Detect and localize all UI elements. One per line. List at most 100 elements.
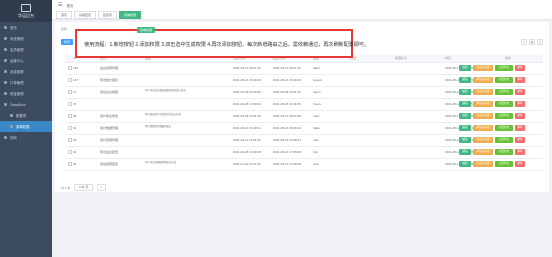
- add-sub-permission-button[interactable]: 添加子权限: [473, 113, 493, 119]
- callout-text: 使用流程：1.新增按钮 2.添加权限 3.双击选中生成权限 4.再次添加按钮，每…: [84, 42, 370, 48]
- pager-size[interactable]: 10条/页: [74, 184, 93, 191]
- edit-button[interactable]: 编辑: [459, 65, 471, 71]
- assign-role-button[interactable]: 分配角色: [495, 113, 513, 119]
- sidebar-item[interactable]: 其他: [0, 132, 52, 143]
- sidebar-item-label: 系统管理: [10, 37, 24, 41]
- search-icon[interactable]: ⚲: [537, 39, 543, 45]
- add-sub-permission-button[interactable]: 添加子权限: [473, 77, 493, 83]
- add-sub-permission-button[interactable]: 添加子权限: [473, 149, 493, 155]
- delete-button[interactable]: 删除: [515, 113, 525, 119]
- assign-role-button[interactable]: 分配角色: [495, 101, 513, 107]
- cell-path: /data: [313, 126, 320, 130]
- column-header: 权限标识: [395, 56, 408, 60]
- row-checkbox[interactable]: [68, 114, 72, 118]
- add-sub-permission-button[interactable]: 添加子权限: [473, 125, 493, 131]
- delete-button[interactable]: 删除: [515, 125, 525, 131]
- sidebar-item[interactable]: 运营中心: [0, 55, 52, 66]
- edit-button[interactable]: 编辑: [459, 101, 471, 107]
- cell-created: 2021-03-18 17:09:04: [233, 102, 261, 106]
- table-row: 71 导出后台权限 用于导出后台路由权限列表的接口信息 2021-03-30 15:1…: [65, 87, 543, 99]
- cell-name: 后台权限管理: [100, 66, 119, 70]
- row-checkbox[interactable]: [68, 78, 72, 82]
- edit-button[interactable]: 编辑: [459, 161, 471, 167]
- sidebar-item-label: 运营中心: [10, 59, 24, 63]
- add-sub-permission-button[interactable]: 添加子权限: [473, 161, 493, 167]
- cell-updated: 2021-05-12 17:05:08: [273, 150, 301, 154]
- edit-button[interactable]: 编辑: [459, 89, 471, 95]
- add-sub-permission-button[interactable]: 添加子权限: [473, 101, 493, 107]
- table-row: 147 导出统计报表 2021-05-21 15:40:26 2021-05-21 1…: [65, 75, 543, 87]
- add-sub-permission-button[interactable]: 添加子权限: [473, 65, 493, 71]
- sidebar-item[interactable]: DeepBook: [0, 99, 52, 110]
- delete-button[interactable]: 删除: [515, 101, 525, 107]
- sidebar-item[interactable]: 订单管理: [0, 77, 52, 88]
- cell-name: 导出后台权限: [100, 90, 119, 94]
- row-checkbox[interactable]: [68, 150, 72, 154]
- edit-button[interactable]: 编辑: [459, 113, 471, 119]
- delete-button[interactable]: 删除: [515, 77, 525, 83]
- sidebar-item[interactable]: 菜单权限: [0, 121, 52, 132]
- filter-label: 名称: [61, 27, 68, 31]
- row-checkbox[interactable]: [68, 90, 72, 94]
- edit-button[interactable]: 编辑: [459, 125, 471, 131]
- pager-page[interactable]: 1: [96, 184, 107, 191]
- sidebar-item[interactable]: 配置项: [0, 110, 52, 121]
- row-checkbox[interactable]: [68, 102, 72, 106]
- table-row: 64 导出权限配置 用于导出权限配置的接口信息 2021-01-20 11:21:02…: [65, 159, 543, 171]
- sidebar-item[interactable]: 会员管理: [0, 44, 52, 55]
- cell-path: /user: [313, 114, 320, 118]
- row-checkbox[interactable]: [68, 138, 72, 142]
- assign-role-button[interactable]: 分配角色: [495, 125, 513, 131]
- cell-created: 2021-03-30 15:16:05: [233, 90, 261, 94]
- cell-created: 2021-05-21 15:40:26: [233, 78, 261, 82]
- edit-button[interactable]: 编辑: [459, 77, 471, 83]
- tab[interactable]: 配置项: [98, 10, 118, 19]
- tab-bar: 首页 系统配置 配置项 菜单权限: [52, 10, 552, 20]
- cell-id: 71: [73, 90, 77, 94]
- menu-toggle-icon[interactable]: ☰: [58, 2, 62, 8]
- add-sub-permission-button[interactable]: 添加子权限: [473, 89, 493, 95]
- assign-role-button[interactable]: 分配角色: [495, 77, 513, 83]
- delete-button[interactable]: 删除: [515, 65, 525, 71]
- sidebar-item[interactable]: 资金管理: [0, 88, 52, 99]
- edit-button[interactable]: 编辑: [459, 137, 471, 143]
- delete-button[interactable]: 删除: [515, 89, 525, 95]
- cell-path: /menu: [313, 102, 322, 106]
- nav-icon: [4, 37, 7, 40]
- row-checkbox[interactable]: [68, 66, 72, 70]
- tab[interactable]: 菜单权限: [119, 10, 142, 19]
- row-checkbox[interactable]: [68, 126, 72, 130]
- row-checkbox[interactable]: [68, 162, 72, 166]
- delete-button[interactable]: 删除: [515, 161, 525, 167]
- refresh-icon[interactable]: ↻: [521, 39, 527, 45]
- assign-role-button[interactable]: 分配角色: [495, 65, 513, 71]
- tab[interactable]: 系统配置: [74, 10, 97, 19]
- delete-button[interactable]: 删除: [515, 149, 525, 155]
- table-row: 62 导出后台配置 2021-03-18 10:40:18 2021-05-12 17…: [65, 147, 543, 159]
- sidebar-item[interactable]: 首页: [0, 22, 52, 33]
- delete-button[interactable]: 删除: [515, 137, 525, 143]
- assign-role-button[interactable]: 分配角色: [495, 161, 513, 167]
- cell-desc: 用于导出权限配置的接口信息: [145, 161, 177, 164]
- cell-name: 导出后台配置: [100, 150, 119, 154]
- add-sub-permission-button[interactable]: 添加子权限: [473, 137, 493, 143]
- assign-role-button[interactable]: 分配角色: [495, 149, 513, 155]
- columns-icon[interactable]: ▦: [529, 39, 535, 45]
- tab[interactable]: 首页: [56, 10, 73, 19]
- cell-updated: 2021-05-12 17:08:08: [273, 162, 301, 166]
- edit-button[interactable]: 编辑: [459, 149, 471, 155]
- sidebar-item-label: DeepBook: [10, 102, 26, 107]
- cell-desc: 用于导出后台路由权限列表的接口信息: [145, 89, 186, 92]
- assign-role-button[interactable]: 分配角色: [495, 89, 513, 95]
- assign-role-button[interactable]: 分配角色: [495, 137, 513, 143]
- sidebar-item[interactable]: 消息管理: [0, 66, 52, 77]
- cell-desc: 用于管理用户数据的接口: [145, 125, 172, 128]
- cell-desc: 用于修改用户信息的后台接口信息: [145, 113, 181, 116]
- nav-icon: [4, 26, 7, 29]
- cell-path: /role: [313, 138, 319, 142]
- cell-id: 60: [73, 114, 77, 118]
- add-button[interactable]: 新增: [61, 39, 73, 45]
- cell-created: 2021-01-20 11:21:02: [233, 162, 261, 166]
- nav-icon: [4, 136, 7, 139]
- sidebar-item[interactable]: 系统管理: [0, 33, 52, 44]
